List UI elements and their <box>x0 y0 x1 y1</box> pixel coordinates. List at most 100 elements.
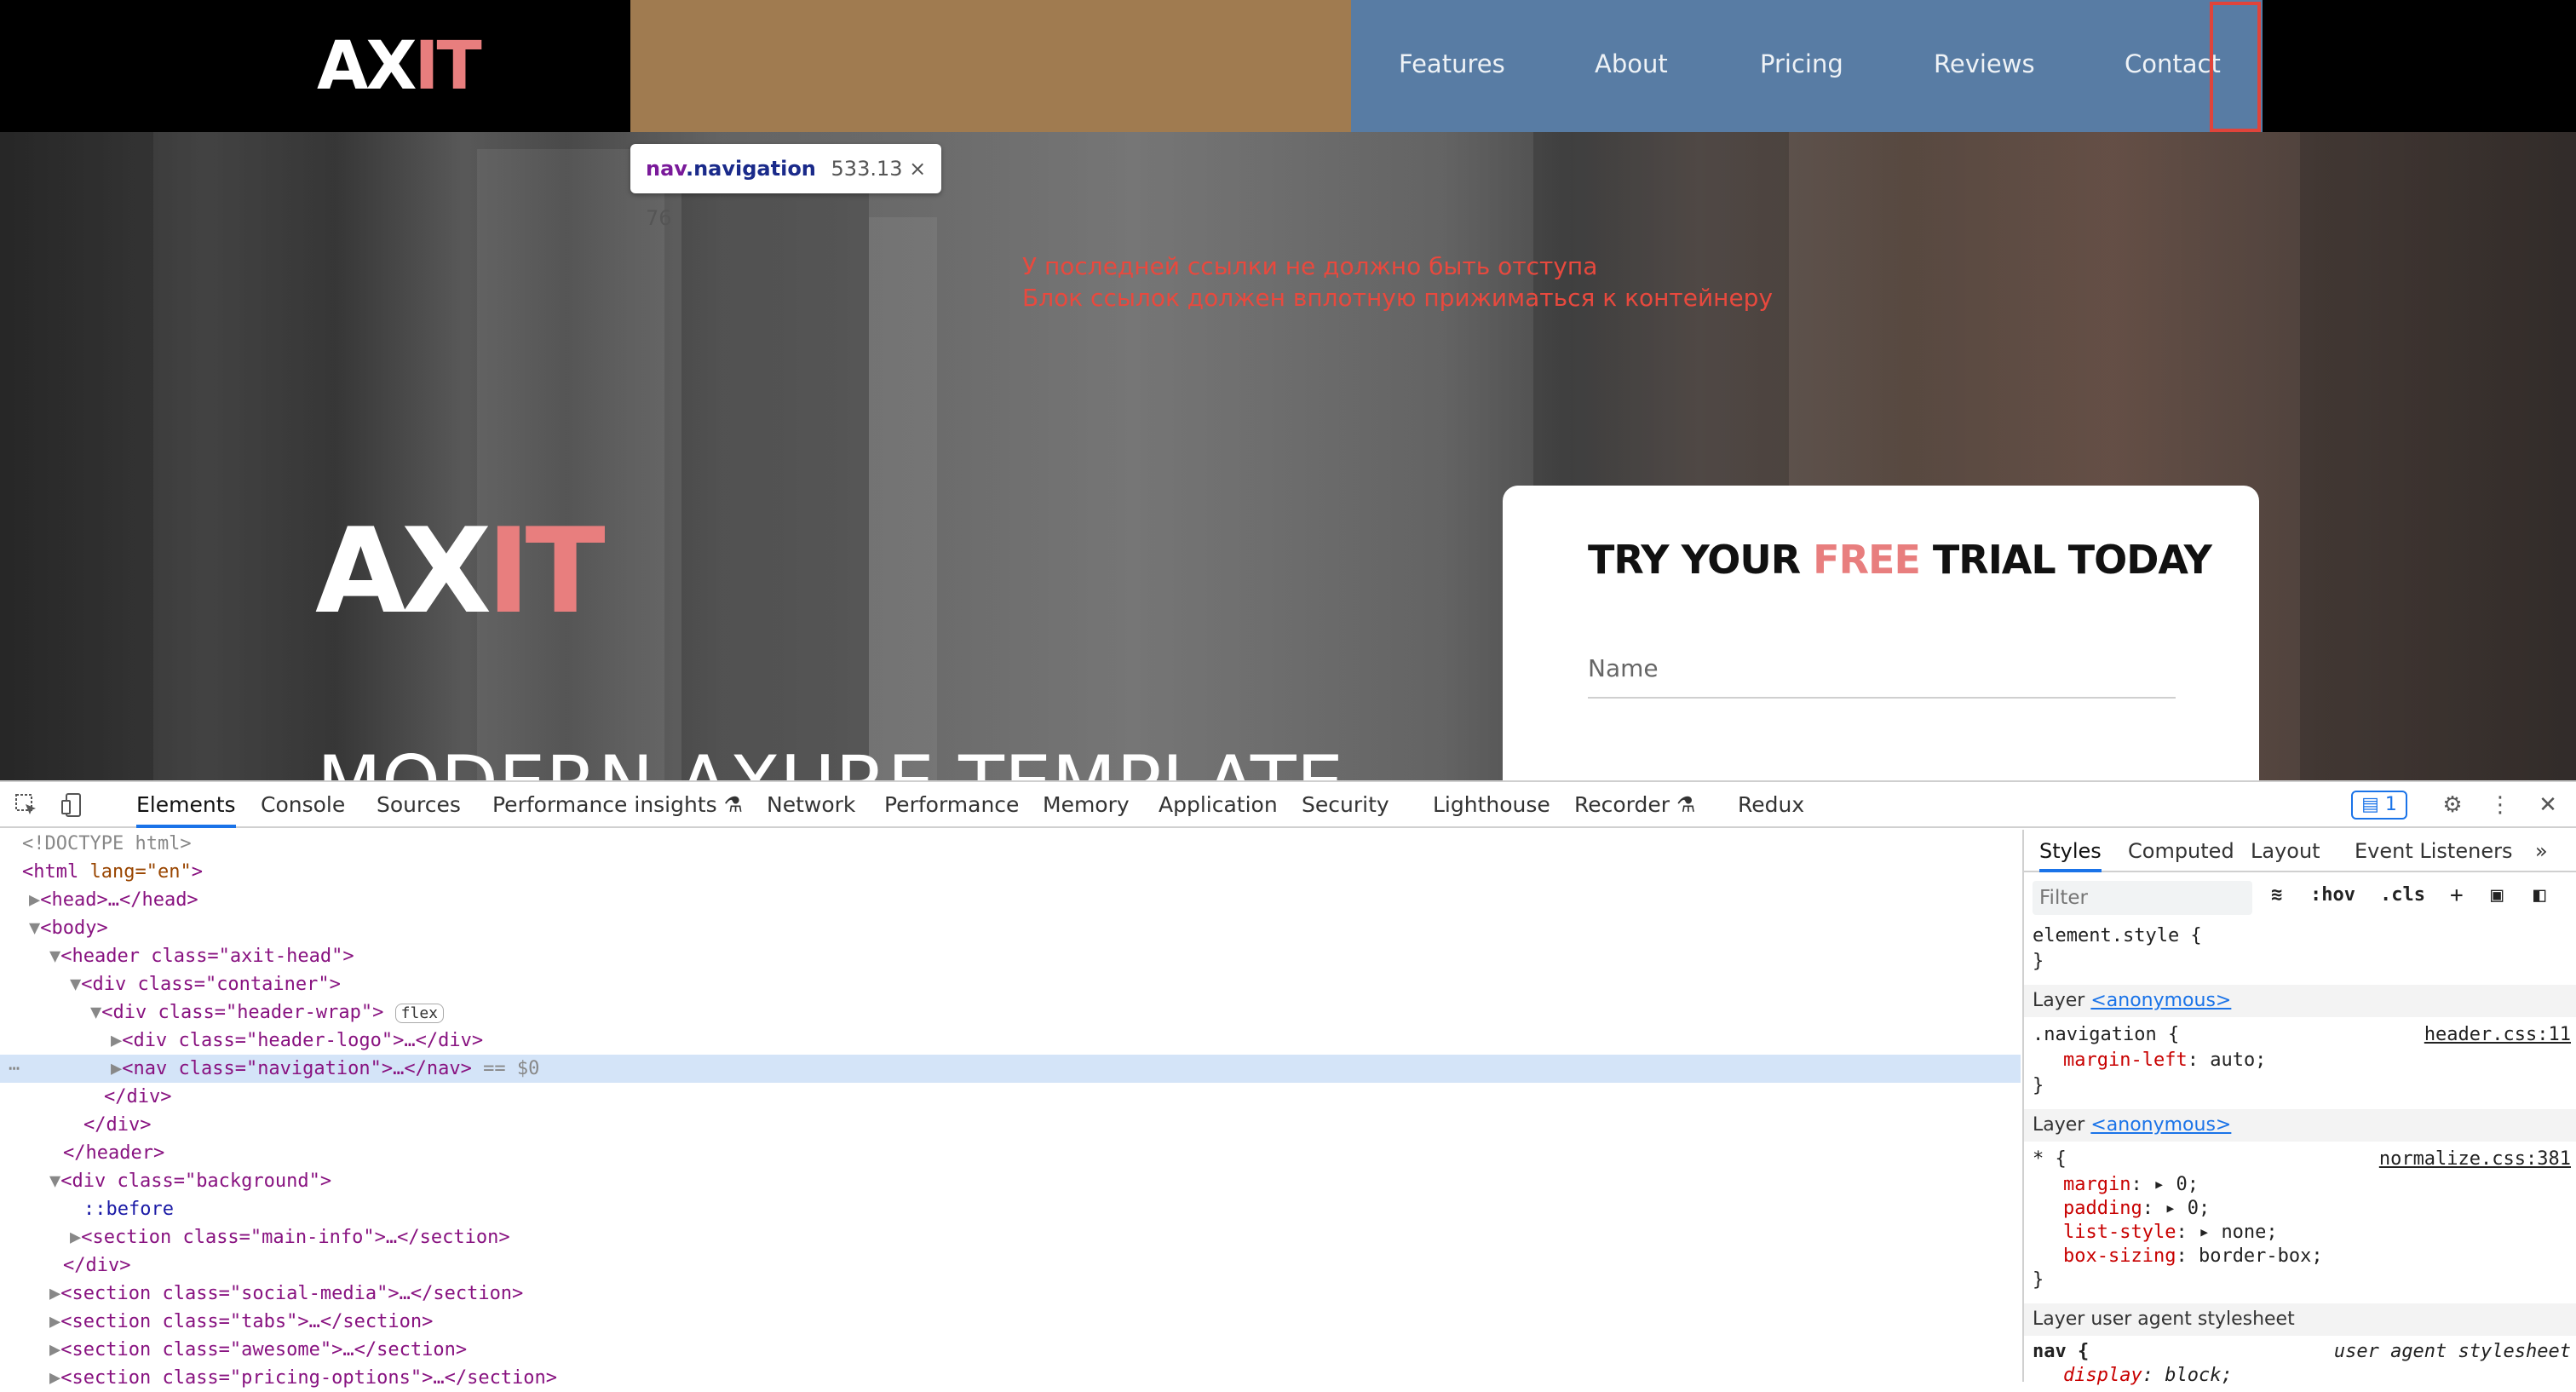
ua-stylesheet-label: user agent stylesheet <box>2333 1341 2571 1362</box>
toggle-layers-icon[interactable]: ≋ <box>2271 884 2282 906</box>
dom-line-close-header[interactable]: </header> <box>0 1139 2021 1167</box>
dom-line-awesome[interactable]: ▶<section class="awesome">…</section> <box>0 1336 2021 1364</box>
list-style-declaration[interactable]: list-style: ▸ none; <box>2063 1222 2278 1243</box>
nav-link-about[interactable]: About <box>1595 49 1668 78</box>
tab-performance-insights[interactable]: Performance insights ⚗ <box>492 782 743 828</box>
display-declaration[interactable]: display: block; <box>2063 1365 2233 1386</box>
building-left <box>0 132 153 780</box>
dom-line-social-media[interactable]: ▶<section class="social-media">…</sectio… <box>0 1280 2021 1308</box>
tab-redux[interactable]: Redux <box>1738 782 1804 828</box>
tab-event-listeners[interactable]: Event Listeners <box>2355 830 2512 872</box>
margin-declaration[interactable]: margin: ▸ 0; <box>2063 1174 2199 1195</box>
anonymous-layer-link[interactable]: <anonymous> <box>2090 990 2231 1011</box>
dom-line-header[interactable]: ▼<header class="axit-head"> <box>0 942 2021 970</box>
dom-line-body[interactable]: ▼<body> <box>0 914 2021 942</box>
building-tower <box>869 217 937 780</box>
dom-line-close-div[interactable]: </div> <box>0 1083 2021 1111</box>
sidebar-toggle-icon[interactable]: ◧ <box>2533 883 2545 906</box>
box-sizing-declaration[interactable]: box-sizing: border-box; <box>2063 1245 2323 1267</box>
universal-rule-selector[interactable]: * { <box>2033 1148 2067 1170</box>
ua-layer-header: Layer user agent stylesheet <box>2024 1303 2576 1336</box>
margin-left-declaration[interactable]: margin-left: auto; <box>2063 1050 2266 1071</box>
tab-sources[interactable]: Sources <box>377 782 461 828</box>
dom-line-head[interactable]: ▶<head>…</head> <box>0 886 2021 914</box>
styles-pane: Styles Computed Layout Event Listeners »… <box>2022 830 2576 1386</box>
building-mid <box>477 149 664 780</box>
styles-tabs: Styles Computed Layout Event Listeners » <box>2024 830 2576 872</box>
ellipsis-icon: ⋯ <box>9 1058 20 1079</box>
tab-console[interactable]: Console <box>261 782 345 828</box>
tab-application[interactable]: Application <box>1159 782 1278 828</box>
layer-header: Layer <anonymous> <box>2024 985 2576 1017</box>
dom-line-tabs[interactable]: ▶<section class="tabs">…</section> <box>0 1308 2021 1336</box>
paint-icon[interactable]: ▣ <box>2491 883 2503 906</box>
close-icon[interactable]: ✕ <box>2535 792 2561 818</box>
more-vertical-icon[interactable]: ⋮ <box>2487 792 2513 818</box>
devtools-toolbar: Elements Console Sources Performance ins… <box>0 782 2576 828</box>
issues-badge[interactable]: ▤ 1 <box>2351 791 2407 820</box>
elements-tree: <!DOCTYPE html> <html lang="en"> ▶<head>… <box>0 830 2021 1389</box>
nav-link-pricing[interactable]: Pricing <box>1760 49 1843 78</box>
tab-recorder[interactable]: Recorder ⚗ <box>1574 782 1695 828</box>
form-title: TRY YOUR FREE TRIAL TODAY <box>1588 537 2212 583</box>
tab-memory[interactable]: Memory <box>1043 782 1130 828</box>
name-input[interactable] <box>1588 639 2176 699</box>
dom-line-html[interactable]: <html lang="en"> <box>0 858 2021 886</box>
inspect-element-icon[interactable] <box>14 792 39 818</box>
header-logo[interactable]: AXIT <box>317 26 482 107</box>
nav-link-features[interactable]: Features <box>1399 49 1505 78</box>
flex-badge[interactable]: flex <box>394 1004 444 1023</box>
dom-line-nav-selected[interactable]: ⋯ ▶<nav class="navigation">…</nav> == $0 <box>0 1055 2021 1083</box>
dom-line-close-div[interactable]: </div> <box>0 1251 2021 1280</box>
dom-line-before[interactable]: ::before <box>0 1195 2021 1223</box>
header-css-source-link[interactable]: header.css:11 <box>2424 1024 2571 1045</box>
dom-line-pricing-options[interactable]: ▶<section class="pricing-options">…</sec… <box>0 1364 2021 1392</box>
nav-ua-rule-selector[interactable]: nav { <box>2033 1341 2089 1362</box>
dom-line-header-wrap[interactable]: ▼<div class="header-wrap"> flex <box>0 998 2021 1027</box>
tab-performance[interactable]: Performance <box>884 782 1019 828</box>
add-rule-icon[interactable]: + <box>2450 883 2464 908</box>
tab-layout[interactable]: Layout <box>2251 830 2320 872</box>
devtools-panel: Elements Console Sources Performance ins… <box>0 780 2576 1389</box>
site-header: AXIT Features About Pricing Reviews Cont… <box>0 0 2576 132</box>
tab-elements[interactable]: Elements <box>136 782 236 828</box>
nav-link-reviews[interactable]: Reviews <box>1934 49 2035 78</box>
tab-lighthouse[interactable]: Lighthouse <box>1433 782 1550 828</box>
trial-form-card: TRY YOUR FREE TRIAL TODAY <box>1503 486 2259 780</box>
dom-line-background[interactable]: ▼<div class="background"> <box>0 1167 2021 1195</box>
layer-header: Layer <anonymous> <box>2024 1109 2576 1142</box>
tab-computed[interactable]: Computed <box>2128 830 2234 872</box>
dom-line-doctype[interactable]: <!DOCTYPE html> <box>0 830 2021 858</box>
anonymous-layer-link[interactable]: <anonymous> <box>2090 1114 2231 1136</box>
nav-margin-highlight <box>630 0 1351 132</box>
tab-network[interactable]: Network <box>767 782 855 828</box>
nav-link-contact[interactable]: Contact <box>2125 49 2221 78</box>
page-viewport: AXIT Features About Pricing Reviews Cont… <box>0 0 2576 780</box>
element-style-rule[interactable]: element.style { <box>2033 925 2202 946</box>
dom-line-header-logo[interactable]: ▶<div class="header-logo">…</div> <box>0 1027 2021 1055</box>
annotation-note-1: У последней ссылки не должно быть отступ… <box>1022 252 1598 280</box>
hero-title: MODERN AXURE TEMPLATE <box>317 739 1343 780</box>
flask-icon: ⚗ <box>723 792 744 817</box>
tab-security[interactable]: Security <box>1302 782 1389 828</box>
normalize-css-source-link[interactable]: normalize.css:381 <box>2379 1148 2571 1170</box>
hov-button[interactable]: :hov <box>2310 884 2355 906</box>
hero-logo: AXIT <box>315 503 606 640</box>
dom-line-container[interactable]: ▼<div class="container"> <box>0 970 2021 998</box>
dom-line-main-info[interactable]: ▶<section class="main-info">…</section> <box>0 1223 2021 1251</box>
styles-filter-input[interactable] <box>2033 881 2252 915</box>
padding-selection-box <box>2210 2 2261 132</box>
device-toolbar-icon[interactable] <box>60 792 85 818</box>
building-far-right <box>2300 132 2576 780</box>
tab-styles[interactable]: Styles <box>2039 830 2102 872</box>
padding-declaration[interactable]: padding: ▸ 0; <box>2063 1198 2210 1219</box>
chevron-more-icon[interactable]: » <box>2535 830 2548 872</box>
gear-icon[interactable]: ⚙ <box>2440 792 2465 818</box>
message-icon: ▤ <box>2361 794 2379 815</box>
navigation: Features About Pricing Reviews Contact <box>1351 0 2263 132</box>
dom-line-close-div[interactable]: </div> <box>0 1111 2021 1139</box>
navigation-rule-selector[interactable]: .navigation { <box>2033 1024 2179 1045</box>
element-inspect-tooltip: nav.navigation 533.13 × 76 <box>630 144 941 230</box>
cls-button[interactable]: .cls <box>2380 884 2425 906</box>
flask-icon: ⚗ <box>1676 792 1696 817</box>
